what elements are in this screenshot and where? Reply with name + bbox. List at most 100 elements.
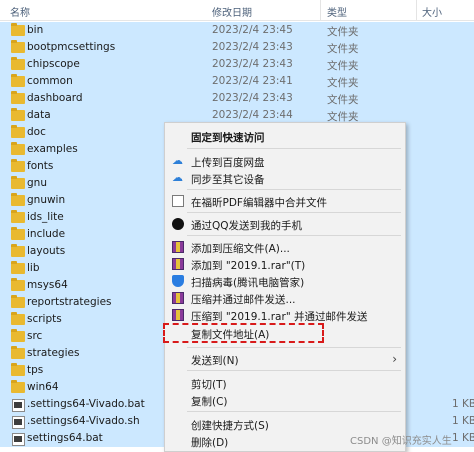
row-name: strategies (27, 347, 80, 359)
folder-icon (11, 159, 25, 172)
row-name: gnuwin (27, 194, 66, 206)
row-name: layouts (27, 245, 66, 257)
menu-item-label: 在福昕PDF编辑器中合并文件 (191, 197, 327, 209)
row-date: 2023/2/4 23:45 (212, 24, 293, 36)
menu-item-label: 压缩到 "2019.1.rar" 并通过邮件发送 (191, 311, 368, 323)
menu-item-label: 复制文件地址(A) (191, 329, 270, 341)
folder-row[interactable]: chipscope 2023/2/4 23:43 文件夹 (0, 56, 474, 73)
row-name: lib (27, 262, 40, 274)
row-name: fonts (27, 160, 54, 172)
winrar-icon (172, 258, 184, 270)
folder-icon (11, 312, 25, 325)
cloud-icon: ☁ (172, 154, 183, 167)
folder-icon (11, 346, 25, 359)
menu-separator (187, 235, 401, 236)
row-name: chipscope (27, 58, 80, 70)
file-icon (12, 416, 25, 429)
row-name: win64 (27, 381, 59, 393)
row-type: 文件夹 (327, 94, 359, 106)
menu-item-zip-rar-email[interactable]: 压缩到 "2019.1.rar" 并通过邮件发送 (165, 305, 405, 325)
context-menu: 固定到快速访问 ☁ 上传到百度网盘 ☁ 同步至其它设备 在福昕PDF编辑器中合并… (163, 122, 406, 452)
row-name: include (27, 228, 66, 240)
row-date: 2023/2/4 23:41 (212, 75, 293, 87)
row-name: .settings64-Vivado.sh (27, 415, 140, 427)
row-name: common (27, 75, 73, 87)
winrar-icon (172, 241, 184, 253)
folder-row[interactable]: bin 2023/2/4 23:45 文件夹 (0, 22, 474, 39)
chevron-right-icon: › (392, 352, 397, 366)
row-name: bootpmcsettings (27, 41, 116, 53)
row-size: 1 KB (452, 432, 474, 444)
folder-icon (11, 363, 25, 376)
row-size: 1 KB (452, 415, 474, 427)
menu-item-copy-path[interactable]: 复制文件地址(A) (163, 323, 324, 343)
folder-icon (11, 210, 25, 223)
folder-icon (11, 244, 25, 257)
column-divider[interactable] (416, 0, 417, 20)
menu-item-send-to[interactable]: 发送到(N) › (165, 349, 405, 369)
menu-item-send-qq[interactable]: 通过QQ发送到我的手机 (165, 214, 405, 234)
menu-item-label: 固定到快速访问 (191, 132, 265, 144)
row-name: tps (27, 364, 44, 376)
folder-row[interactable]: common 2023/2/4 23:41 文件夹 (0, 73, 474, 90)
shield-icon (172, 275, 184, 287)
menu-separator (187, 347, 401, 348)
folder-icon (11, 261, 25, 274)
column-divider[interactable] (320, 0, 321, 20)
row-name: doc (27, 126, 46, 138)
folder-icon (11, 295, 25, 308)
folder-icon (11, 108, 25, 121)
cloud-icon: ☁ (172, 171, 183, 184)
folder-icon (11, 125, 25, 138)
folder-icon (11, 40, 25, 53)
menu-separator (187, 411, 401, 412)
row-name: ids_lite (27, 211, 64, 223)
menu-item-label: 删除(D) (191, 437, 229, 449)
menu-item-sync-device[interactable]: ☁ 同步至其它设备 (165, 168, 405, 188)
file-icon (12, 399, 25, 412)
row-date: 2023/2/4 23:44 (212, 109, 293, 121)
row-size: 1 KB (452, 398, 474, 410)
column-name[interactable]: 名称 (10, 4, 30, 19)
menu-item-label: 发送到(N) (191, 355, 239, 367)
row-name: .settings64-Vivado.bat (27, 398, 145, 410)
folder-icon (11, 176, 25, 189)
folder-icon (11, 227, 25, 240)
menu-item-pin-quick-access[interactable]: 固定到快速访问 (165, 126, 405, 146)
column-size[interactable]: 大小 (422, 4, 442, 19)
row-name: msys64 (27, 279, 68, 291)
row-name: scripts (27, 313, 62, 325)
row-name: gnu (27, 177, 47, 189)
row-name: data (27, 109, 51, 121)
row-date: 2023/2/4 23:43 (212, 58, 293, 70)
row-date: 2023/2/4 23:43 (212, 92, 293, 104)
menu-separator (187, 370, 401, 371)
menu-separator (187, 189, 401, 190)
menu-item-label: 通过QQ发送到我的手机 (191, 220, 303, 232)
folder-icon (11, 57, 25, 70)
watermark: CSDN @知识充实人生 (350, 436, 452, 447)
folder-row[interactable]: bootpmcsettings 2023/2/4 23:43 文件夹 (0, 39, 474, 56)
row-name: reportstrategies (27, 296, 112, 308)
menu-separator (187, 148, 401, 149)
qq-penguin-icon (172, 218, 184, 230)
row-name: dashboard (27, 92, 83, 104)
menu-item-foxit-merge[interactable]: 在福昕PDF编辑器中合并文件 (165, 191, 405, 211)
row-type: 文件夹 (327, 43, 359, 55)
folder-row[interactable]: dashboard 2023/2/4 23:43 文件夹 (0, 90, 474, 107)
row-name: bin (27, 24, 44, 36)
row-type: 文件夹 (327, 26, 359, 38)
pdf-icon (172, 195, 184, 207)
folder-icon (11, 329, 25, 342)
folder-icon (11, 142, 25, 155)
menu-separator (187, 212, 401, 213)
folder-icon (11, 193, 25, 206)
folder-icon (11, 74, 25, 87)
column-date[interactable]: 修改日期 (212, 4, 252, 19)
row-name: src (27, 330, 43, 342)
menu-item-label: 复制(C) (191, 396, 228, 408)
winrar-icon (172, 309, 184, 321)
menu-item-copy[interactable]: 复制(C) (165, 390, 405, 410)
column-type[interactable]: 类型 (327, 4, 347, 19)
folder-icon (11, 380, 25, 393)
